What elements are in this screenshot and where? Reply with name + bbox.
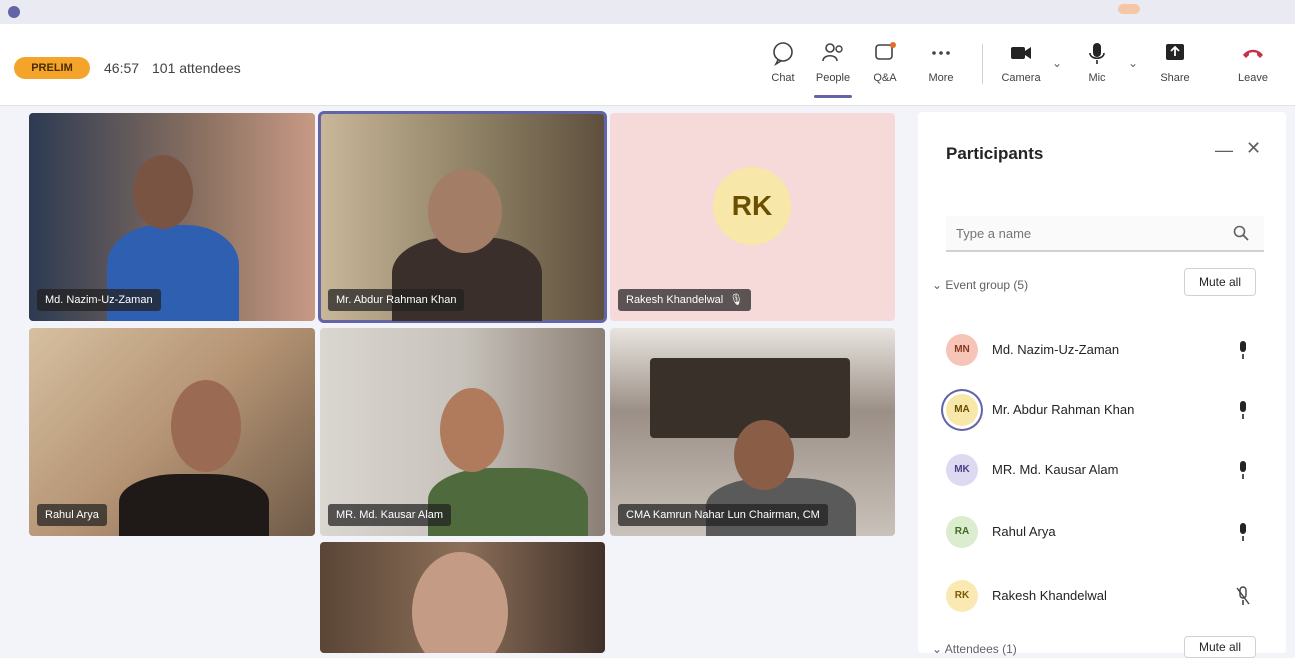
presenter-badge: PRELIM bbox=[14, 57, 90, 79]
camera-icon bbox=[1011, 47, 1031, 59]
participant-avatar: RA bbox=[946, 516, 978, 548]
participant-row[interactable]: RA Rahul Arya bbox=[940, 510, 1262, 554]
camera-options-chevron-icon[interactable]: ⌄ bbox=[1052, 56, 1062, 70]
mic-off-icon[interactable] bbox=[1236, 586, 1250, 606]
participant-avatar: MK bbox=[946, 454, 978, 486]
mic-icon[interactable] bbox=[1236, 400, 1250, 420]
participant-name: Rahul Arya bbox=[992, 524, 1056, 539]
mic-icon[interactable] bbox=[1236, 340, 1250, 360]
participant-search-input[interactable] bbox=[946, 216, 1264, 252]
leave-label: Leave bbox=[1238, 72, 1268, 84]
video-tile-active-speaker[interactable]: Mr. Abdur Rahman Khan bbox=[318, 111, 607, 323]
participant-row[interactable]: MK MR. Md. Kausar Alam bbox=[940, 448, 1262, 492]
app-icon bbox=[8, 6, 20, 18]
video-tile[interactable]: Md. Nazim-Uz-Zaman bbox=[29, 113, 315, 321]
participant-row[interactable]: MN Md. Nazim-Uz-Zaman bbox=[940, 328, 1262, 372]
attendee-count: 101 attendees bbox=[152, 60, 241, 76]
qa-icon bbox=[875, 42, 896, 60]
video-tile[interactable]: Rahul Arya bbox=[29, 328, 315, 536]
more-icon bbox=[932, 51, 950, 55]
qa-label: Q&A bbox=[873, 72, 897, 84]
participant-video bbox=[133, 155, 193, 229]
people-label: People bbox=[815, 72, 851, 84]
participant-avatar: RK bbox=[946, 580, 978, 612]
hangup-icon bbox=[1243, 49, 1263, 58]
more-button[interactable]: More bbox=[916, 36, 966, 96]
chat-label: Chat bbox=[771, 72, 795, 84]
mute-all-button[interactable]: Mute all bbox=[1184, 268, 1256, 296]
people-icon bbox=[822, 43, 843, 62]
tile-name-tag: CMA Kamrun Nahar Lun Chairman, CM bbox=[618, 504, 828, 526]
section-toggle[interactable]: ⌄ Attendees (1) bbox=[932, 642, 1017, 656]
participant-video bbox=[440, 388, 504, 472]
participant-name: Rakesh Khandelwal bbox=[992, 588, 1107, 603]
title-strip bbox=[0, 0, 1295, 24]
participant-video bbox=[428, 468, 588, 536]
share-label: Share bbox=[1160, 72, 1190, 84]
mic-icon: 🎙 bbox=[729, 294, 744, 306]
notification-pill bbox=[1118, 4, 1140, 14]
chevron-down-icon: ⌄ bbox=[932, 278, 946, 292]
qa-button[interactable]: Q&A bbox=[860, 36, 910, 96]
tile-name-tag: Md. Nazim-Uz-Zaman bbox=[37, 289, 161, 311]
section-toggle[interactable]: ⌄ Event group (5) bbox=[932, 278, 1028, 292]
mic-button[interactable]: Mic bbox=[1072, 36, 1122, 96]
participant-video bbox=[428, 169, 502, 253]
participant-video bbox=[412, 552, 508, 653]
participant-row[interactable]: MA Mr. Abdur Rahman Khan bbox=[940, 388, 1262, 432]
toolbar-divider bbox=[982, 44, 983, 84]
panel-title: Participants bbox=[946, 144, 1044, 163]
share-button[interactable]: Share bbox=[1150, 36, 1200, 96]
mic-icon[interactable] bbox=[1236, 522, 1250, 542]
mic-icon bbox=[1089, 43, 1105, 64]
participant-name: Md. Nazim-Uz-Zaman bbox=[992, 342, 1120, 357]
participant-video bbox=[734, 420, 794, 490]
chevron-down-icon: ⌄ bbox=[932, 642, 945, 656]
video-tile[interactable] bbox=[320, 542, 605, 653]
mic-label: Mic bbox=[1088, 72, 1106, 84]
participant-row[interactable]: RK Rakesh Khandelwal bbox=[940, 574, 1262, 618]
meeting-timer: 46:57 bbox=[104, 60, 140, 76]
participant-avatar: MA bbox=[946, 394, 978, 426]
tile-name-tag: MR. Md. Kausar Alam bbox=[328, 504, 451, 526]
mute-all-button[interactable]: Mute all bbox=[1184, 636, 1256, 658]
participant-video bbox=[171, 380, 241, 472]
tile-name-tag: Rakesh Khandelwal 🎙 bbox=[618, 289, 752, 311]
mic-options-chevron-icon[interactable]: ⌄ bbox=[1128, 56, 1138, 70]
video-tile[interactable]: MR. Md. Kausar Alam bbox=[320, 328, 605, 536]
chat-button[interactable]: Chat bbox=[758, 36, 808, 96]
video-tile[interactable]: CMA Kamrun Nahar Lun Chairman, CM bbox=[610, 328, 895, 536]
participant-video bbox=[119, 474, 269, 536]
camera-label: Camera bbox=[1001, 72, 1041, 84]
participant-avatar: MN bbox=[946, 334, 978, 366]
participant-avatar: RK bbox=[713, 167, 791, 245]
tile-name-tag: Rahul Arya bbox=[37, 504, 107, 526]
participant-name: MR. Md. Kausar Alam bbox=[992, 462, 1119, 477]
mic-icon[interactable] bbox=[1236, 460, 1250, 480]
leave-button[interactable]: Leave bbox=[1228, 36, 1278, 96]
more-label: More bbox=[928, 72, 954, 84]
chat-icon bbox=[773, 42, 793, 66]
share-icon bbox=[1166, 44, 1184, 60]
people-button[interactable]: People bbox=[808, 36, 858, 98]
search-icon bbox=[1233, 225, 1249, 241]
participant-name: Mr. Abdur Rahman Khan bbox=[992, 402, 1135, 417]
tile-name-tag: Mr. Abdur Rahman Khan bbox=[328, 289, 465, 311]
minimize-icon[interactable]: — bbox=[1215, 140, 1233, 161]
meeting-toolbar: PRELIM 46:57 101 attendees Chat People Q… bbox=[0, 24, 1295, 106]
participants-panel: Participants — ✕ ⌄ Event group (5) Mute … bbox=[918, 112, 1286, 658]
camera-button[interactable]: Camera bbox=[996, 36, 1046, 96]
close-icon[interactable]: ✕ bbox=[1246, 138, 1261, 159]
